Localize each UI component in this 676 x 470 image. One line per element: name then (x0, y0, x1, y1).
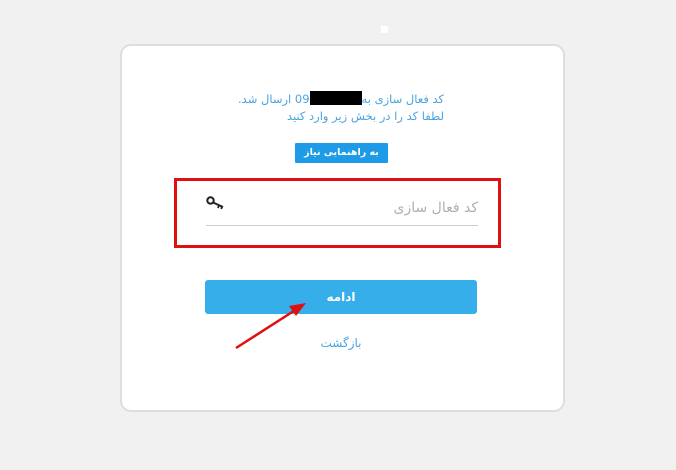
activation-page: کد فعال سازی به 09 ارسال شد. لطفا کد را د… (0, 0, 676, 470)
back-link[interactable]: بازگشت (300, 336, 382, 350)
redacted-phone (309, 91, 362, 105)
key-icon (206, 196, 224, 210)
continue-button[interactable]: ادامه (205, 280, 477, 314)
phone-prefix: 09 (294, 92, 310, 106)
activation-code-input[interactable] (232, 193, 478, 223)
message-line-1: کد فعال سازی به 09 ارسال شد. (238, 91, 444, 108)
message-suffix: ارسال شد. (238, 92, 292, 106)
top-marker (381, 26, 388, 33)
message-line-2: لطفا کد را در بخش زیر وارد کنید (286, 109, 444, 123)
message-prefix: کد فعال سازی به (361, 92, 444, 106)
help-button[interactable]: به راهنمایی نیاز دارید؟ (295, 143, 388, 178)
activation-code-field (206, 193, 478, 226)
